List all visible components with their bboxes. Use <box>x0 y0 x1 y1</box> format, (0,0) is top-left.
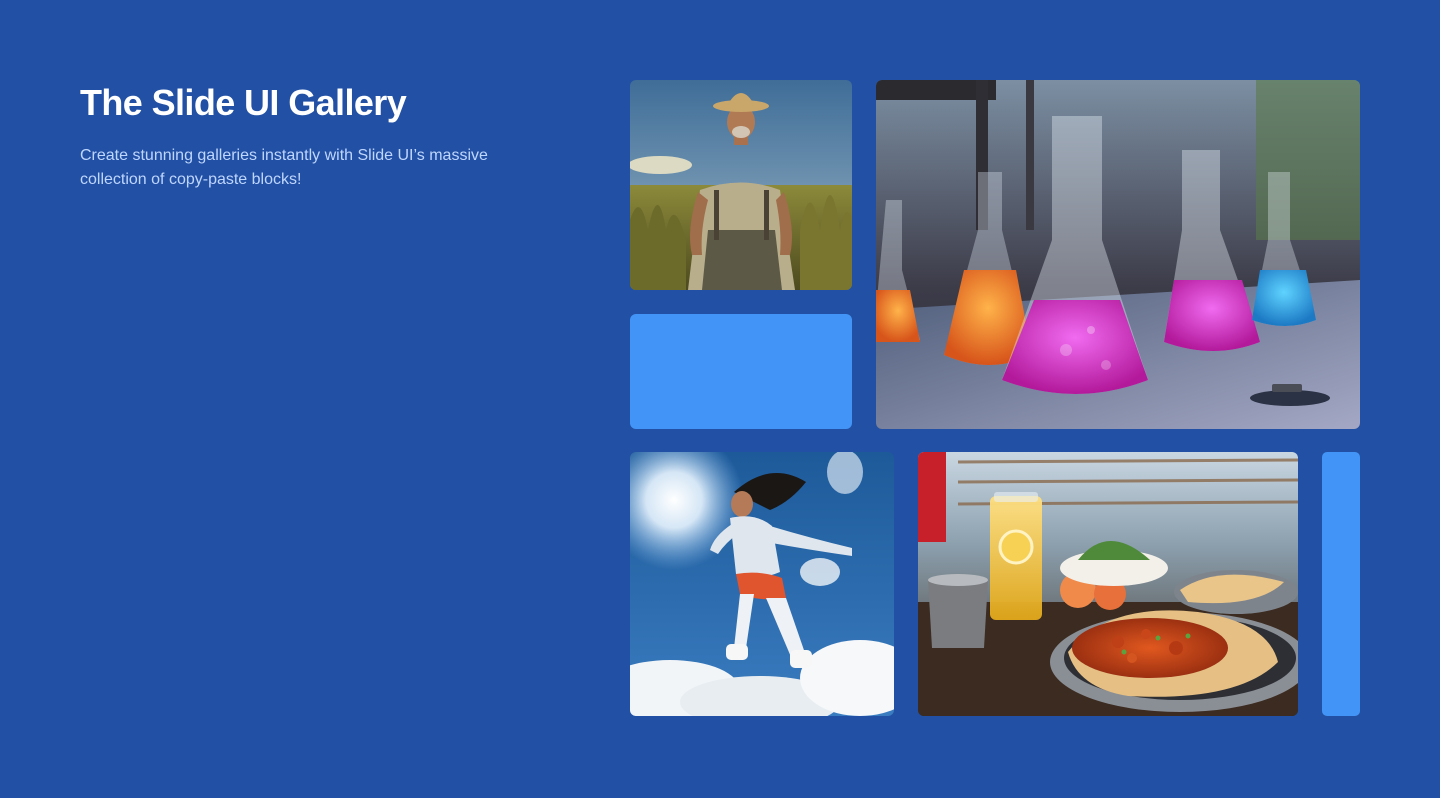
gallery-image-lab-flasks[interactable] <box>876 80 1360 429</box>
gallery-page: The Slide UI Gallery Create stunning gal… <box>0 0 1440 798</box>
gallery-placeholder-block <box>630 314 852 429</box>
gallery-image-curry-naan[interactable] <box>918 452 1298 716</box>
hero-section: The Slide UI Gallery Create stunning gal… <box>80 82 550 192</box>
page-title: The Slide UI Gallery <box>80 82 407 123</box>
gallery-placeholder-block <box>1322 452 1360 716</box>
gallery-image-jumping-woman[interactable] <box>630 452 894 716</box>
gallery-image-farmer[interactable] <box>630 80 852 290</box>
page-subtitle: Create stunning galleries instantly with… <box>80 147 488 188</box>
